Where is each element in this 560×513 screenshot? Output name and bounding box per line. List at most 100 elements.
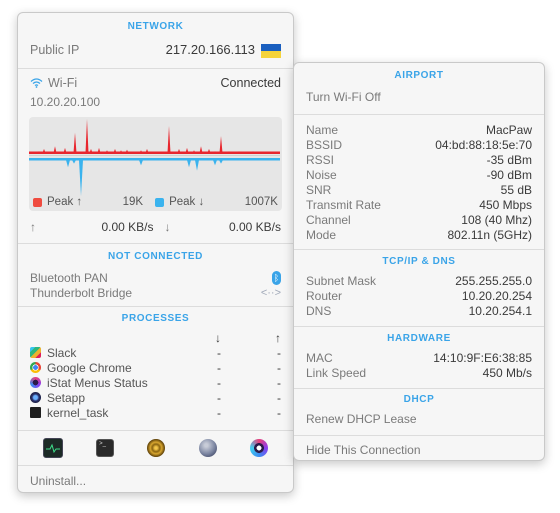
public-ip-value: 217.20.166.113 bbox=[165, 42, 255, 58]
process-row: iStat Menus Status - - bbox=[18, 375, 293, 390]
download-arrow-icon: ↓ bbox=[164, 220, 171, 234]
upload-spike bbox=[145, 148, 149, 153]
detail-row: Mode 802.11n (5GHz) bbox=[306, 228, 532, 242]
detail-row: Link Speed 450 Mb/s bbox=[306, 366, 532, 380]
process-name: Setapp bbox=[47, 390, 86, 405]
thunderbolt-bridge-label: Thunderbolt Bridge bbox=[30, 285, 133, 300]
process-row: Slack - - bbox=[18, 345, 293, 360]
divider bbox=[294, 114, 544, 115]
download-spike bbox=[187, 160, 191, 168]
network-menu-panel: NETWORK Public IP 217.20.166.113 Wi-Fi C… bbox=[17, 12, 294, 493]
peak-down-label: Peak ↓ bbox=[169, 196, 205, 208]
detail-row: Router 10.20.20.254 bbox=[306, 289, 532, 303]
upload-spike bbox=[97, 147, 101, 153]
detail-row: MAC 14:10:9F:E6:38:85 bbox=[306, 351, 532, 365]
process-download: - bbox=[217, 405, 221, 420]
setapp-icon bbox=[30, 392, 41, 403]
public-ip-row: Public IP 217.20.166.113 bbox=[18, 41, 293, 59]
process-name: iStat Menus Status bbox=[47, 375, 148, 390]
upload-spike bbox=[85, 119, 89, 153]
peak-up-label: Peak ↑ bbox=[47, 196, 83, 208]
bluetooth-icon: ᛒ bbox=[272, 270, 281, 285]
upload-spike bbox=[125, 149, 129, 153]
download-spike bbox=[139, 160, 143, 166]
process-upload: - bbox=[277, 360, 281, 375]
download-spike bbox=[79, 160, 83, 196]
detail-row: Subnet Mask 255.255.255.0 bbox=[306, 274, 532, 288]
terminal-icon bbox=[30, 407, 41, 418]
detail-row: Transmit Rate 450 Mbps bbox=[306, 198, 532, 212]
turn-wifi-off-item[interactable]: Turn Wi-Fi Off bbox=[294, 89, 544, 105]
peak-up-swatch bbox=[33, 197, 42, 207]
terminal-icon[interactable]: >_ bbox=[96, 439, 115, 457]
network-section-title: NETWORK bbox=[127, 21, 184, 32]
upload-spike bbox=[177, 148, 181, 153]
download-spike bbox=[219, 160, 223, 164]
app-shortcuts: >_ bbox=[18, 431, 293, 465]
istat-menus-icon[interactable] bbox=[250, 439, 269, 457]
thunderbolt-bridge-row[interactable]: Thunderbolt Bridge <··> bbox=[18, 285, 293, 300]
process-name: kernel_task bbox=[47, 405, 109, 420]
upload-spike bbox=[63, 147, 67, 153]
process-list: Slack - - Google Chrome - - iStat Menus … bbox=[18, 345, 293, 420]
bluetooth-pan-label: Bluetooth PAN bbox=[30, 270, 108, 285]
bandwidth-graph: Peak ↑ 19K Peak ↓ 1007K bbox=[29, 117, 282, 211]
wifi-label: Wi-Fi bbox=[48, 76, 78, 90]
download-spike bbox=[195, 160, 199, 171]
detail-row: RSSI -35 dBm bbox=[306, 153, 532, 167]
process-upload: - bbox=[277, 390, 281, 405]
activity-monitor-icon[interactable] bbox=[42, 438, 63, 458]
wifi-ip: 10.20.20.100 bbox=[30, 95, 101, 109]
wifi-row[interactable]: Wi-Fi Connected bbox=[18, 73, 293, 93]
upload-spike bbox=[89, 148, 93, 153]
tcpip-section-title: TCP/IP & DNS bbox=[382, 256, 456, 267]
uninstall-menu-item[interactable]: Uninstall... bbox=[18, 466, 293, 492]
chrome-icon bbox=[30, 362, 41, 373]
airport-section-title: AIRPORT bbox=[394, 70, 444, 81]
hide-connection-label: Hide This Connection bbox=[306, 443, 421, 457]
upload-spike bbox=[219, 136, 223, 153]
thunderbolt-bridge-icon: <··> bbox=[260, 286, 281, 299]
detail-row: Name MacPaw bbox=[306, 123, 532, 137]
process-download: - bbox=[217, 390, 221, 405]
upload-spike bbox=[42, 148, 46, 153]
rate-row: ↑ 0.00 KB/s ↓ 0.00 KB/s bbox=[18, 215, 293, 239]
process-name: Slack bbox=[47, 345, 77, 360]
download-rate: 0.00 KB/s bbox=[228, 220, 281, 234]
peak-up-value: 19K bbox=[122, 196, 144, 208]
ukraine-flag-icon bbox=[261, 43, 281, 58]
detail-row: SNR 55 dB bbox=[306, 183, 532, 197]
hide-connection-item[interactable]: Hide This Connection bbox=[294, 436, 544, 460]
wifi-status: Connected bbox=[220, 76, 281, 90]
download-spike bbox=[213, 160, 217, 166]
peak-down-swatch bbox=[155, 197, 165, 207]
not-connected-section-title: NOT CONNECTED bbox=[107, 251, 204, 262]
network-utility-icon[interactable] bbox=[198, 439, 217, 457]
upload-spike bbox=[167, 125, 171, 153]
upload-baseline bbox=[29, 151, 280, 154]
renew-dhcp-item[interactable]: Renew DHCP Lease bbox=[294, 411, 544, 427]
process-upload: - bbox=[277, 345, 281, 360]
process-row: Setapp - - bbox=[18, 390, 293, 405]
processes-section-title: PROCESSES bbox=[121, 313, 190, 324]
dhcp-section-title: DHCP bbox=[403, 394, 435, 405]
wifi-icon bbox=[30, 78, 43, 88]
process-download: - bbox=[217, 375, 221, 390]
download-column-header: ↓ bbox=[215, 331, 221, 345]
processes-header: ↓ ↑ bbox=[18, 331, 293, 345]
upload-spike bbox=[53, 146, 57, 153]
hardware-section-title: HARDWARE bbox=[387, 333, 451, 344]
download-spike bbox=[72, 160, 76, 164]
bluetooth-pan-row[interactable]: Bluetooth PAN ᛒ bbox=[18, 270, 293, 285]
process-name: Google Chrome bbox=[47, 360, 132, 375]
slack-icon bbox=[30, 347, 41, 358]
upload-rate: 0.00 KB/s bbox=[101, 220, 154, 234]
upload-spike bbox=[185, 147, 189, 153]
network-radar-icon[interactable] bbox=[147, 439, 166, 457]
process-download: - bbox=[217, 345, 221, 360]
wifi-details-panel: AIRPORT Turn Wi-Fi Off Name MacPaw BSSID 0… bbox=[293, 62, 545, 461]
divider bbox=[18, 68, 293, 69]
detail-row: DNS 10.20.254.1 bbox=[306, 304, 532, 318]
graph-legend: Peak ↑ 19K Peak ↓ 1007K bbox=[33, 196, 278, 208]
istat-icon bbox=[30, 377, 41, 388]
